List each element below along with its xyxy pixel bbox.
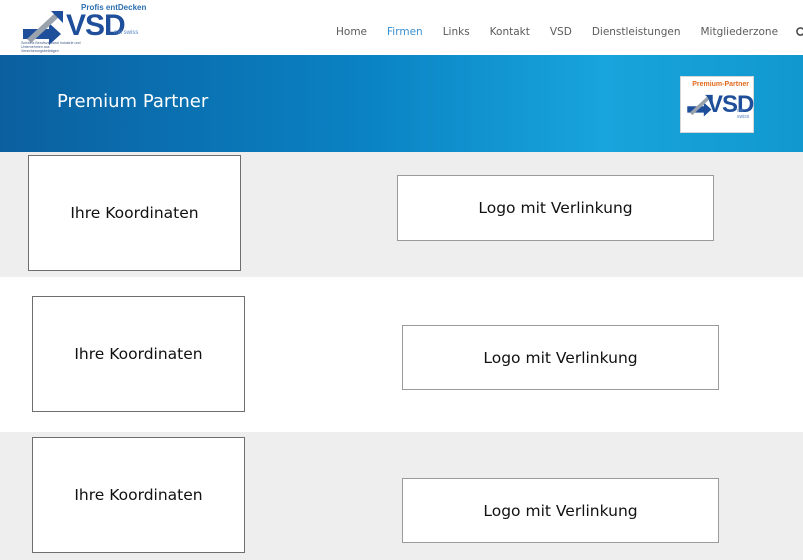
partner-row: Ihre Koordinaten Logo mit Verlinkung [0, 277, 803, 422]
nav-item-kontakt[interactable]: Kontakt [490, 26, 530, 40]
top-navigation-bar: Profis entDecken VSD mit swiss Schweiz B… [0, 0, 803, 55]
logo-link-box[interactable]: Logo mit Verlinkung [402, 478, 719, 543]
logo-brand: VSD [66, 9, 126, 42]
badge-title: Premium-Partner [692, 81, 749, 88]
nav-item-links[interactable]: Links [443, 26, 470, 40]
logo-link-box[interactable]: Logo mit Verlinkung [397, 175, 714, 241]
premium-partner-badge: Premium-Partner VSD mit swiss [680, 76, 754, 133]
partner-row: Ihre Koordinaten Logo mit Verlinkung [0, 432, 803, 560]
badge-brand-sub: mit swiss [737, 108, 750, 120]
logo-link-box[interactable]: Logo mit Verlinkung [402, 325, 719, 390]
coordinates-box: Ihre Koordinaten [32, 437, 245, 553]
nav-item-dienstleistungen[interactable]: Dienstleistungen [592, 26, 681, 40]
logo-description: Schweiz Berufsverband Industrie und Unte… [21, 41, 81, 53]
logo-brand-sub: mit swiss [114, 30, 139, 36]
site-logo[interactable]: Profis entDecken VSD mit swiss Schweiz B… [21, 3, 146, 53]
main-navigation: Home Firmen Links Kontakt VSD Dienstleis… [336, 26, 803, 40]
logo-arrow-icon [23, 11, 63, 45]
page-banner: Premium Partner Premium-Partner VSD mit … [0, 55, 803, 152]
coordinates-box: Ihre Koordinaten [28, 155, 241, 271]
nav-item-mitgliederzone[interactable]: Mitgliederzone [701, 26, 779, 40]
nav-item-vsd[interactable]: VSD [550, 26, 572, 40]
search-icon[interactable] [796, 27, 803, 39]
nav-item-home[interactable]: Home [336, 26, 367, 40]
page-title: Premium Partner [57, 91, 209, 112]
partner-row: Ihre Koordinaten Logo mit Verlinkung [0, 152, 803, 277]
nav-item-firmen[interactable]: Firmen [387, 26, 423, 40]
coordinates-box: Ihre Koordinaten [32, 296, 245, 412]
